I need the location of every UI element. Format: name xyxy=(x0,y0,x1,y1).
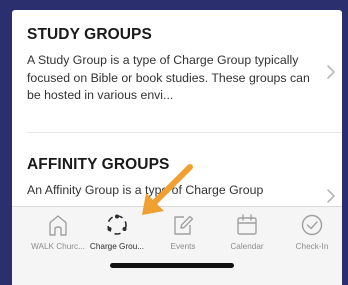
chevron-right-icon xyxy=(324,188,338,204)
tab-label: Check-In xyxy=(295,242,329,251)
tab-bar: WALK Churc... Charge Grou... Events Cale… xyxy=(12,206,342,285)
home-indicator xyxy=(110,263,234,268)
chevron-right-icon xyxy=(324,64,338,80)
tab-label: Calendar xyxy=(230,242,264,251)
home-icon xyxy=(45,212,71,238)
tab-calendar[interactable]: Calendar xyxy=(217,212,277,258)
group-card-affinity[interactable]: AFFINITY GROUPS An Affinity Group is a t… xyxy=(12,156,342,203)
tab-label: Charge Grou... xyxy=(89,242,145,251)
check-circle-icon xyxy=(299,212,325,238)
tab-check-in[interactable]: Check-In xyxy=(282,212,342,258)
card-description: An Affinity Group is a type of Charge Gr… xyxy=(27,183,264,197)
tab-events[interactable]: Events xyxy=(153,212,213,258)
divider xyxy=(27,132,342,133)
group-card-study[interactable]: STUDY GROUPS A Study Group is a type of … xyxy=(12,26,342,105)
charge-groups-icon xyxy=(104,212,130,238)
app-screen: STUDY GROUPS A Study Group is a type of … xyxy=(12,10,342,285)
edit-icon xyxy=(170,212,196,238)
calendar-icon xyxy=(234,212,260,238)
card-title: AFFINITY GROUPS xyxy=(27,156,170,173)
tab-charge-groups[interactable]: Charge Grou... xyxy=(87,212,147,258)
card-description: A Study Group is a type of Charge Group … xyxy=(27,53,310,102)
tab-label: WALK Churc... xyxy=(31,242,85,251)
card-title: STUDY GROUPS xyxy=(27,26,152,43)
tab-label: Events xyxy=(170,242,196,251)
tab-walk-church[interactable]: WALK Churc... xyxy=(28,212,88,258)
